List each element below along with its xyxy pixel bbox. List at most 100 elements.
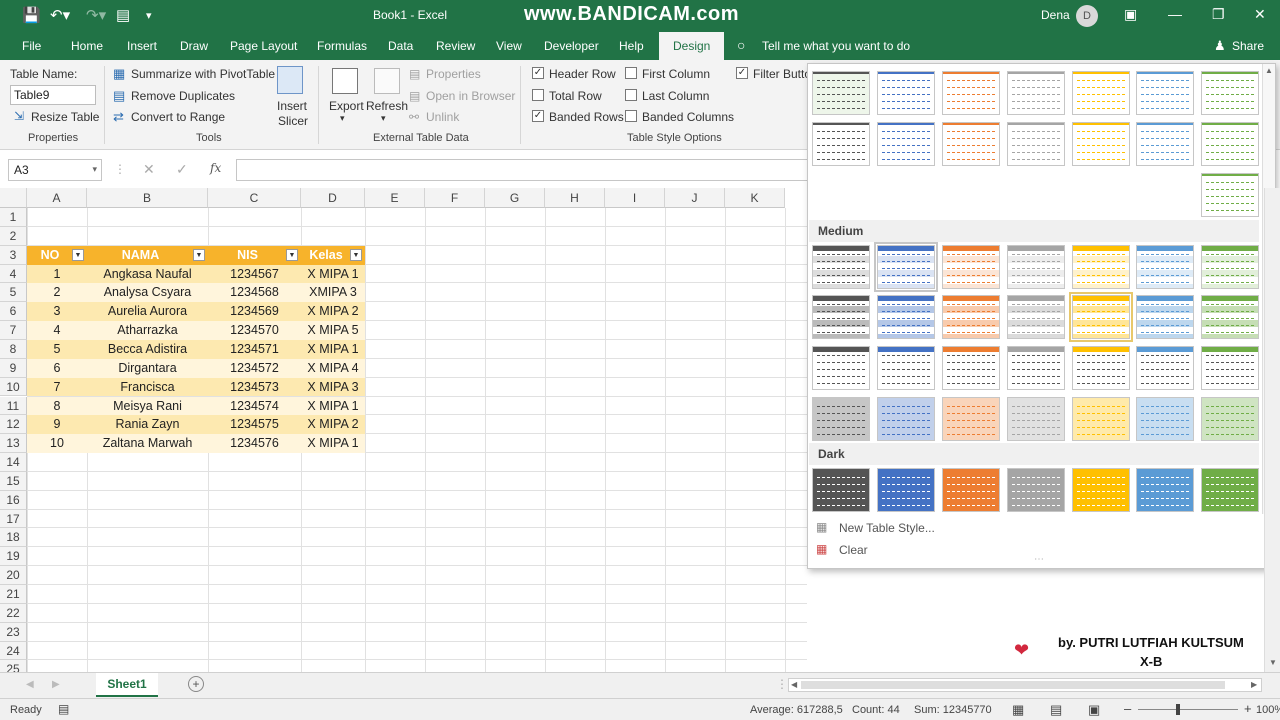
table-style-swatch[interactable] xyxy=(877,397,935,441)
table-style-swatch[interactable] xyxy=(812,122,870,166)
table-cell[interactable]: X MIPA 2 xyxy=(301,415,365,435)
table-cell[interactable]: 1234568 xyxy=(208,283,301,303)
column-header[interactable]: G xyxy=(485,188,545,208)
table-cell[interactable]: 4 xyxy=(27,321,87,340)
table-style-swatch[interactable] xyxy=(942,122,1000,166)
macro-record-icon[interactable]: ▤ xyxy=(58,702,69,716)
table-cell[interactable]: 1234576 xyxy=(208,434,301,454)
table-style-swatch[interactable] xyxy=(1007,122,1065,166)
formula-input[interactable] xyxy=(236,159,816,181)
table-style-swatch[interactable] xyxy=(1136,468,1194,512)
table-cell[interactable]: X MIPA 5 xyxy=(301,321,365,340)
row-header[interactable]: 10 xyxy=(0,377,27,397)
row-header[interactable]: 15 xyxy=(0,471,27,491)
table-style-swatch[interactable] xyxy=(1136,346,1194,390)
table-cell[interactable]: Meisya Rani xyxy=(87,396,208,416)
table-style-swatch[interactable] xyxy=(1201,122,1259,166)
table-style-swatch[interactable] xyxy=(1136,397,1194,441)
table-cell[interactable]: X MIPA 4 xyxy=(301,358,365,378)
table-style-swatch[interactable] xyxy=(942,71,1000,115)
row-header[interactable]: 17 xyxy=(0,509,27,529)
row-header[interactable]: 7 xyxy=(0,321,27,340)
table-cell[interactable]: X MIPA 1 xyxy=(301,339,365,359)
table-style-swatch[interactable] xyxy=(1072,245,1130,289)
scroll-up-icon[interactable]: ▲ xyxy=(1265,66,1273,75)
new-table-style-button[interactable]: New Table Style... xyxy=(839,521,935,535)
table-cell[interactable]: X MIPA 1 xyxy=(301,434,365,454)
table-style-swatch[interactable] xyxy=(1072,122,1130,166)
table-cell[interactable]: 1234575 xyxy=(208,415,301,435)
filter-dropdown-icon[interactable]: ▼ xyxy=(286,248,298,261)
table-style-swatch[interactable] xyxy=(1136,122,1194,166)
name-box[interactable]: A3 ▾ xyxy=(8,159,102,181)
scroll-down-icon[interactable]: ▼ xyxy=(1269,658,1277,667)
insert-slicer-label-1[interactable]: Insert xyxy=(277,99,307,113)
tab-developer[interactable]: Developer xyxy=(544,39,599,53)
row-header[interactable]: 9 xyxy=(0,358,27,378)
row-header[interactable]: 21 xyxy=(0,585,27,604)
row-header[interactable]: 2 xyxy=(0,226,27,246)
table-cell[interactable]: X MIPA 2 xyxy=(301,302,365,322)
column-header[interactable]: J xyxy=(665,188,725,208)
table-cell[interactable]: Becca Adistira xyxy=(87,339,208,359)
table-cell[interactable]: 2 xyxy=(27,283,87,303)
table-style-swatch[interactable] xyxy=(812,245,870,289)
name-box-dropdown-icon[interactable]: ▾ xyxy=(92,164,97,175)
table-style-swatch[interactable] xyxy=(1007,468,1065,512)
table-cell[interactable]: X MIPA 3 xyxy=(301,377,365,397)
column-header[interactable]: A xyxy=(27,188,87,208)
row-header[interactable]: 14 xyxy=(0,453,27,472)
table-cell[interactable]: 1234569 xyxy=(208,302,301,322)
zoom-out-icon[interactable]: – xyxy=(1124,701,1131,716)
cancel-icon[interactable]: ✕ xyxy=(143,161,155,178)
user-name[interactable]: Dena xyxy=(1041,8,1070,22)
table-style-swatch[interactable] xyxy=(877,122,935,166)
tab-file[interactable]: File xyxy=(22,39,41,53)
table-style-swatch[interactable] xyxy=(1007,397,1065,441)
insert-function-icon[interactable]: fx xyxy=(210,161,221,175)
table-style-swatch[interactable] xyxy=(877,71,935,115)
tab-insert[interactable]: Insert xyxy=(127,39,157,53)
sheet-horizontal-scrollbar[interactable]: ◀ ▶ xyxy=(788,678,1262,692)
table-style-swatch[interactable] xyxy=(1007,346,1065,390)
page-layout-view-icon[interactable]: ▤ xyxy=(1050,702,1062,718)
table-styles-gallery[interactable]: Medium Dark ▦ New Table Style... ▦ Clear… xyxy=(807,63,1276,569)
row-header[interactable]: 24 xyxy=(0,641,27,661)
banded-rows-checkbox[interactable]: ✓ xyxy=(532,110,544,122)
table-style-swatch[interactable] xyxy=(812,346,870,390)
column-header[interactable]: E xyxy=(365,188,425,208)
filter-dropdown-icon[interactable]: ▼ xyxy=(72,248,84,261)
table-cell[interactable]: 1 xyxy=(27,264,87,284)
tab-review[interactable]: Review xyxy=(436,39,475,53)
table-cell[interactable]: X MIPA 1 xyxy=(301,396,365,416)
table-cell[interactable]: XMIPA 3 xyxy=(301,283,365,303)
table-cell[interactable]: 6 xyxy=(27,358,87,378)
last-column-checkbox[interactable] xyxy=(625,89,637,101)
table-style-swatch[interactable] xyxy=(812,397,870,441)
table-style-swatch[interactable] xyxy=(877,346,935,390)
column-header[interactable]: C xyxy=(208,188,301,208)
table-style-swatch[interactable] xyxy=(1201,295,1259,339)
zoom-slider-thumb[interactable] xyxy=(1176,704,1180,715)
resize-grip-icon[interactable]: ⋯ xyxy=(1034,554,1044,565)
tab-page-layout[interactable]: Page Layout xyxy=(230,39,297,53)
row-header[interactable]: 11 xyxy=(0,396,27,416)
table-style-swatch[interactable] xyxy=(1072,397,1130,441)
row-header[interactable]: 19 xyxy=(0,547,27,567)
filter-dropdown-icon[interactable]: ▼ xyxy=(350,248,362,261)
table-style-swatch[interactable] xyxy=(1072,71,1130,115)
select-all-corner[interactable] xyxy=(0,188,27,208)
unlink-button[interactable]: Unlink xyxy=(426,110,459,124)
row-header[interactable]: 22 xyxy=(0,603,27,623)
table-style-swatch[interactable] xyxy=(942,295,1000,339)
restore-icon[interactable]: ❐ xyxy=(1212,6,1225,23)
table-cell[interactable]: 3 xyxy=(27,302,87,322)
avatar[interactable]: D xyxy=(1076,5,1098,27)
table-style-swatch[interactable] xyxy=(942,346,1000,390)
external-properties-button[interactable]: Properties xyxy=(426,67,481,81)
refresh-dropdown-icon[interactable]: ▾ xyxy=(381,113,386,124)
tell-me-search[interactable]: Tell me what you want to do xyxy=(762,39,910,53)
table-cell[interactable]: 1234567 xyxy=(208,264,301,284)
table-cell[interactable]: Analysa Csyara xyxy=(87,283,208,303)
share-button[interactable]: Share xyxy=(1232,39,1264,53)
